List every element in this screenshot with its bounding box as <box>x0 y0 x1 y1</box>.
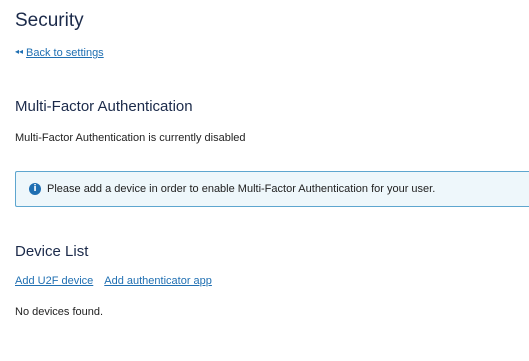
mfa-info-text: Please add a device in order to enable M… <box>47 183 436 195</box>
device-actions: Add U2F device Add authenticator app <box>15 273 212 289</box>
add-u2f-device-link[interactable]: Add U2F device <box>15 273 93 289</box>
mfa-status-text: Multi-Factor Authentication is currently… <box>15 132 246 144</box>
security-page: Security ◂◂ Back to settings Multi-Facto… <box>0 0 529 361</box>
page-title: Security <box>15 10 84 31</box>
info-icon: i <box>29 183 41 195</box>
mfa-heading: Multi-Factor Authentication <box>15 98 193 115</box>
back-arrow-icon: ◂◂ <box>15 47 24 56</box>
mfa-info-alert: i Please add a device in order to enable… <box>15 171 529 207</box>
back-to-settings-label: Back to settings <box>26 47 104 59</box>
device-list-heading: Device List <box>15 243 89 260</box>
add-authenticator-app-link[interactable]: Add authenticator app <box>104 273 212 289</box>
no-devices-message: No devices found. <box>15 306 104 318</box>
back-to-settings-link[interactable]: ◂◂ Back to settings <box>15 45 104 61</box>
